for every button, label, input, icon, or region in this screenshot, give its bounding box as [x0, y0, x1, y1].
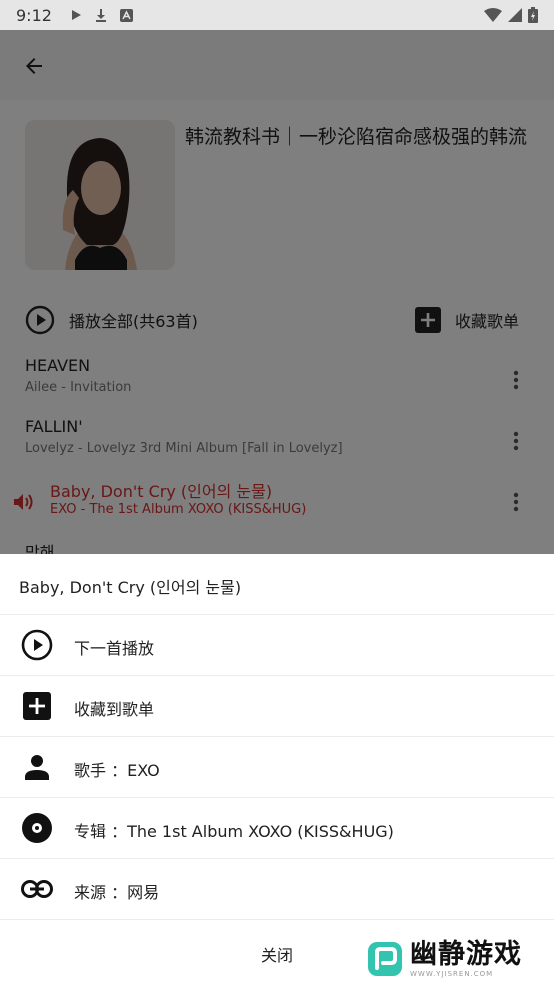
download-notification-icon [95, 9, 106, 22]
play-circle-icon [21, 629, 53, 661]
status-system-icons [484, 7, 538, 23]
play-notification-icon [71, 10, 81, 20]
sheet-item-artist[interactable]: 歌手 ：EXO [0, 737, 554, 798]
sheet-item-source[interactable]: 来源 ：网易 [0, 859, 554, 920]
add-box-icon [23, 692, 51, 720]
close-label: 关闭 [260, 946, 293, 965]
person-icon [25, 755, 49, 780]
watermark-text: 幽静游戏 [410, 939, 522, 970]
album-icon [22, 813, 52, 843]
watermark-logo-icon [368, 942, 402, 976]
watermark-url: WWW.YJISREN.COM [410, 970, 494, 978]
status-bar: 9:12 [0, 0, 554, 30]
sheet-header: Baby, Don't Cry (인어의 눈물) [0, 554, 554, 615]
sheet-item-label: 专辑 ：The 1st Album XOXO (KISS&HUG) [74, 822, 394, 841]
sheet-item-label: 下一首播放 [74, 639, 155, 658]
link-icon [21, 880, 53, 898]
app-notification-icon [119, 8, 133, 22]
modal-scrim[interactable] [0, 30, 554, 554]
sheet-song-title: Baby, Don't Cry (인어의 눈물) [19, 578, 242, 597]
battery-icon [528, 7, 538, 23]
sheet-item-label: 来源 ：网易 [74, 883, 160, 902]
sheet-item-album[interactable]: 专辑 ：The 1st Album XOXO (KISS&HUG) [0, 798, 554, 859]
wifi-icon [484, 8, 502, 22]
signal-icon [508, 8, 522, 22]
sheet-item-label: 歌手 ：EXO [74, 761, 160, 780]
sheet-item-label: 收藏到歌单 [74, 700, 155, 719]
sheet-item-play-next[interactable]: 下一首播放 [0, 615, 554, 676]
status-notification-icons [70, 8, 133, 22]
sheet-item-add-to-playlist[interactable]: 收藏到歌单 [0, 676, 554, 737]
status-time: 9:12 [16, 5, 52, 25]
site-watermark: 幽静游戏 WWW.YJISREN.COM [354, 934, 554, 984]
song-options-sheet: Baby, Don't Cry (인어의 눈물) 下一首播放 收藏到歌单 歌手 … [0, 554, 554, 984]
